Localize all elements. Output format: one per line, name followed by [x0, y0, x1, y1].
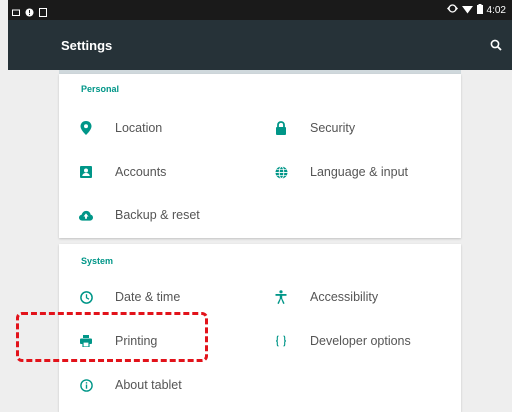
- settings-item-accounts[interactable]: Accounts: [79, 152, 166, 192]
- app-bar: Settings: [8, 20, 512, 70]
- page-title: Settings: [61, 38, 113, 53]
- settings-item-label: Date & time: [115, 290, 181, 304]
- status-bar-right: 4:02: [446, 3, 506, 17]
- settings-item-language-input[interactable]: Language & input: [274, 152, 408, 192]
- account-box-icon: [79, 165, 93, 179]
- settings-item-backup-reset[interactable]: Backup & reset: [79, 195, 200, 235]
- globe-icon: [274, 165, 288, 179]
- settings-item-label: Accounts: [115, 165, 167, 179]
- code-braces-icon: [274, 334, 288, 348]
- settings-item-label: Location: [115, 121, 163, 135]
- settings-item-location[interactable]: Location: [79, 108, 162, 148]
- location-pin-icon: [79, 121, 93, 135]
- section-title-personal: Personal: [81, 84, 120, 94]
- cloud-upload-icon: [79, 208, 93, 222]
- section-title-system: System: [81, 256, 114, 266]
- data-sync-icon: [446, 3, 458, 17]
- settings-item-security[interactable]: Security: [274, 108, 355, 148]
- lock-icon: [274, 121, 288, 135]
- settings-item-about-tablet[interactable]: About tablet: [79, 365, 182, 405]
- status-time: 4:02: [486, 4, 506, 16]
- settings-item-label: Accessibility: [310, 290, 379, 304]
- highlight-box: [16, 312, 208, 362]
- accessibility-icon: [274, 290, 288, 304]
- settings-item-label: Developer options: [310, 334, 411, 348]
- status-bar: 4:02: [8, 0, 512, 20]
- wifi-icon: [461, 4, 473, 17]
- search-icon[interactable]: [490, 38, 502, 56]
- personal-section: Personal Location Security Accounts Lang…: [59, 74, 461, 238]
- settings-item-label: About tablet: [115, 378, 182, 392]
- settings-item-accessibility[interactable]: Accessibility: [274, 277, 378, 317]
- settings-item-label: Backup & reset: [115, 208, 200, 222]
- info-icon: [79, 378, 93, 392]
- settings-item-date-time[interactable]: Date & time: [79, 277, 180, 317]
- settings-item-label: Security: [310, 121, 356, 135]
- settings-item-developer-options[interactable]: Developer options: [274, 321, 411, 361]
- settings-item-label: Language & input: [310, 165, 409, 179]
- battery-icon: [476, 3, 483, 17]
- clock-icon: [79, 290, 93, 304]
